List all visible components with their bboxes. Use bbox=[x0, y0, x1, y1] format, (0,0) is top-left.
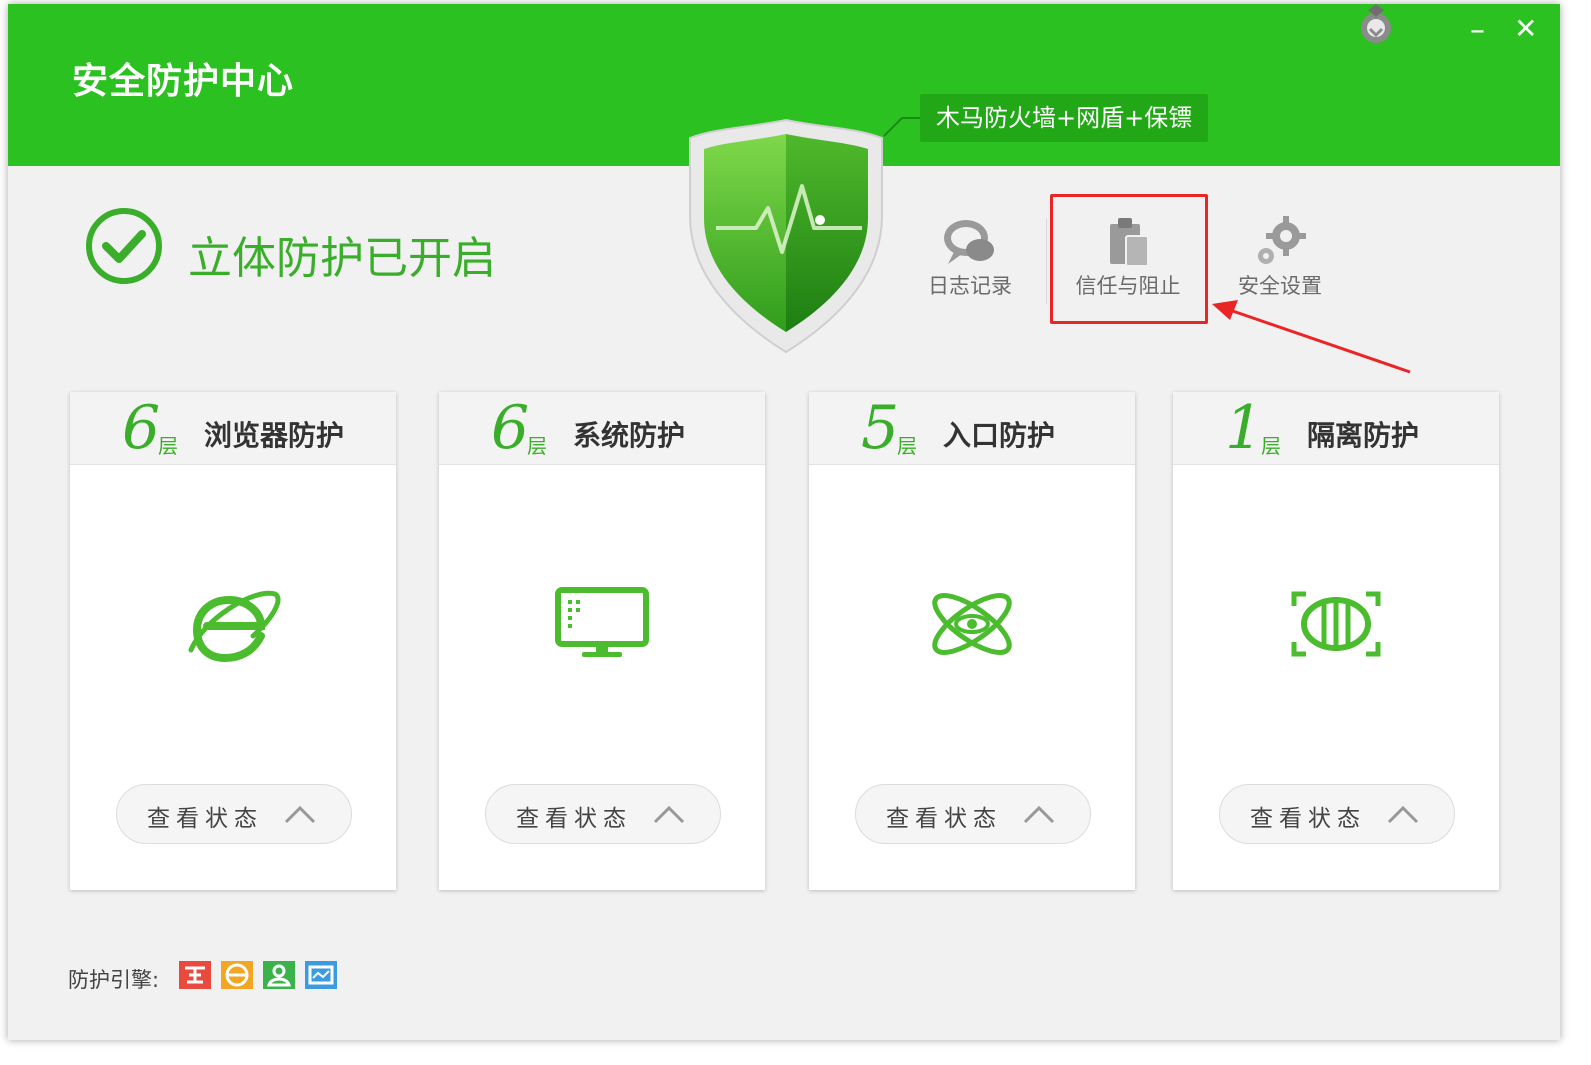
tool-label: 日志记录 bbox=[928, 274, 1012, 298]
atom-icon bbox=[932, 593, 1012, 655]
card-header: 6 层 系统防护 bbox=[439, 392, 765, 465]
chevron-up-icon bbox=[653, 805, 685, 824]
minimize-button[interactable]: – bbox=[1470, 16, 1485, 46]
engine-orange-icon[interactable] bbox=[220, 960, 254, 990]
check-circle-icon bbox=[86, 208, 162, 284]
card-title: 隔离防护 bbox=[1307, 419, 1420, 452]
layer-unit: 层 bbox=[1261, 434, 1281, 458]
layer-count: 6 bbox=[491, 393, 530, 463]
card-header: 5 层 入口防护 bbox=[809, 392, 1135, 465]
engine-blue-icon[interactable] bbox=[304, 960, 338, 990]
layer-unit: 层 bbox=[527, 434, 547, 458]
card-header: 1 层 隔离防护 bbox=[1173, 392, 1499, 465]
chevron-up-icon bbox=[1023, 805, 1055, 824]
isolation-icon bbox=[1291, 591, 1381, 657]
engine-label: 防护引擎: bbox=[68, 968, 160, 992]
shield-logo-icon bbox=[689, 118, 883, 354]
system-protection-card: 6 层 系统防护 查看状态 bbox=[439, 392, 765, 890]
card-header: 6 层 浏览器防护 bbox=[70, 392, 396, 465]
view-status-button[interactable]: 查看状态 bbox=[116, 784, 352, 844]
gears-icon bbox=[1258, 216, 1306, 264]
engine-red-icon[interactable] bbox=[178, 960, 212, 990]
browser-e-icon bbox=[188, 590, 281, 663]
chevron-up-icon bbox=[1387, 805, 1419, 824]
card-title: 入口防护 bbox=[943, 419, 1056, 452]
layer-count: 5 bbox=[861, 393, 900, 463]
skin-icon[interactable] bbox=[1354, 4, 1398, 48]
close-button[interactable]: ✕ bbox=[1514, 14, 1537, 44]
view-status-label: 查看状态 bbox=[516, 806, 632, 832]
monitor-icon bbox=[555, 587, 649, 657]
layer-count: 1 bbox=[1225, 393, 1264, 463]
view-status-label: 查看状态 bbox=[147, 806, 263, 832]
view-status-button[interactable]: 查看状态 bbox=[1219, 784, 1455, 844]
annotation-highlight-box bbox=[1050, 194, 1208, 324]
view-status-button[interactable]: 查看状态 bbox=[485, 784, 721, 844]
toolbar-divider bbox=[1046, 218, 1047, 304]
security-center-window: 安全防护中心 – ✕ 木马防火墙+网盾+保镖 立体防护已开启 日志记录 信任与阻… bbox=[8, 4, 1560, 1040]
view-status-label: 查看状态 bbox=[1250, 806, 1366, 832]
layer-count: 6 bbox=[122, 393, 161, 463]
view-status-button[interactable]: 查看状态 bbox=[855, 784, 1091, 844]
view-status-label: 查看状态 bbox=[886, 806, 1002, 832]
engine-green-icon[interactable] bbox=[262, 960, 296, 990]
chat-bubbles-icon bbox=[944, 220, 994, 264]
entry-protection-card: 5 层 入口防护 查看状态 bbox=[809, 392, 1135, 890]
layer-unit: 层 bbox=[158, 434, 178, 458]
browser-protection-card: 6 层 浏览器防护 查看状态 bbox=[70, 392, 396, 890]
chevron-up-icon bbox=[284, 805, 316, 824]
card-title: 系统防护 bbox=[573, 419, 686, 452]
card-title: 浏览器防护 bbox=[204, 419, 345, 452]
annotation-arrow bbox=[1212, 300, 1411, 374]
status-text: 立体防护已开启 bbox=[188, 233, 496, 284]
layer-unit: 层 bbox=[897, 434, 917, 458]
log-record-button[interactable]: 日志记录 bbox=[910, 200, 1030, 320]
isolation-protection-card: 1 层 隔离防护 查看状态 bbox=[1173, 392, 1499, 890]
